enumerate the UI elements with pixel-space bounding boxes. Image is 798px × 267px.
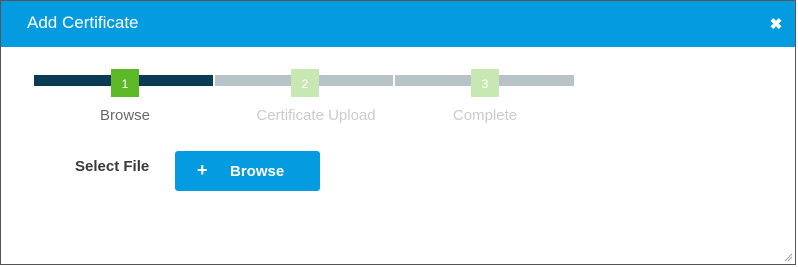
browse-button-label: Browse bbox=[230, 163, 285, 180]
step-1-label: Browse bbox=[99, 107, 151, 124]
plus-icon: + bbox=[197, 160, 208, 180]
dialog-title: Add Certificate bbox=[27, 13, 139, 32]
step-1-badge: 1 bbox=[111, 69, 139, 97]
step-2-badge: 2 bbox=[291, 69, 319, 97]
add-certificate-dialog: Add Certificate ✖ 1 2 3 Browse Certifica… bbox=[0, 0, 796, 265]
close-icon[interactable]: ✖ bbox=[769, 17, 783, 32]
browse-button[interactable]: + Browse bbox=[175, 151, 320, 191]
step-2-label: Certificate Upload bbox=[256, 107, 376, 124]
step-3-label: Complete bbox=[452, 107, 518, 124]
progress-stepper: 1 2 3 Browse Certificate Upload Complete bbox=[34, 67, 574, 127]
dialog-titlebar: Add Certificate ✖ bbox=[1, 1, 795, 47]
select-file-label: Select File bbox=[75, 158, 150, 175]
step-3-badge: 3 bbox=[471, 69, 499, 97]
resize-grip-icon[interactable] bbox=[783, 252, 793, 262]
